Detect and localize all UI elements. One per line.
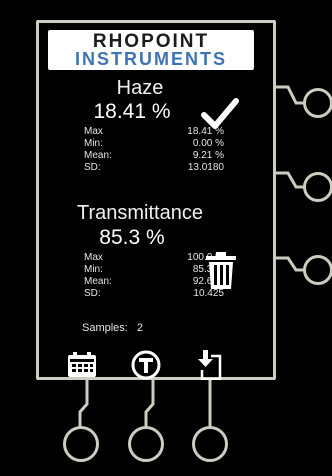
right-button-1[interactable] xyxy=(303,88,332,118)
samples-label: Samples: xyxy=(82,322,128,334)
t-circle-icon[interactable] xyxy=(131,350,161,380)
haze-stats: Max 18.41 % Min: 0.00 % Mean: 9.21 % SD:… xyxy=(84,126,224,174)
transmittance-stats: Max 100.0 % Min: 85.3 % Mean: 92.6 % SD:… xyxy=(84,252,224,300)
stat-value: 9.21 % xyxy=(192,150,224,161)
haze-stat-sd: SD: 13.0180 xyxy=(84,162,224,174)
right-button-2[interactable] xyxy=(303,172,332,202)
stat-label: Max xyxy=(84,252,103,263)
transmittance-stat-min: Min: 85.3 % xyxy=(84,264,224,276)
transmittance-stat-sd: SD: 10.425 xyxy=(84,288,224,300)
calendar-icon[interactable] xyxy=(67,352,97,378)
samples-readout: Samples: 2 xyxy=(82,322,149,334)
transmittance-stat-mean: Mean: 92.6 % xyxy=(84,276,224,288)
download-document-icon[interactable] xyxy=(194,348,224,380)
stat-label: SD: xyxy=(84,162,101,173)
transmittance-stat-max: Max 100.0 % xyxy=(84,252,224,264)
transmittance-title: Transmittance xyxy=(77,202,203,224)
samples-count: 2 xyxy=(136,322,144,334)
display-frame xyxy=(36,20,276,380)
trash-icon[interactable] xyxy=(204,252,238,290)
stat-value: 0.00 % xyxy=(192,138,224,149)
stat-label: Mean: xyxy=(84,276,112,287)
stat-value: 13.0180 xyxy=(187,162,224,173)
haze-stat-min: Min: 0.00 % xyxy=(84,138,224,150)
logo-line-2: INSTRUMENTS xyxy=(75,49,227,69)
stat-label: Max xyxy=(84,126,103,137)
bottom-button-1[interactable] xyxy=(63,426,99,462)
stat-label: Min: xyxy=(84,264,103,275)
bottom-button-2[interactable] xyxy=(128,426,164,462)
device-screen: RHOPOINT INSTRUMENTS Haze 18.41 % Max 18… xyxy=(0,0,332,476)
checkmark-icon[interactable] xyxy=(200,96,240,132)
haze-stat-mean: Mean: 9.21 % xyxy=(84,150,224,162)
stat-label: SD: xyxy=(84,288,101,299)
rhopoint-logo: RHOPOINT INSTRUMENTS xyxy=(48,30,254,70)
bottom-button-3[interactable] xyxy=(192,426,228,462)
transmittance-value: 85.3 % xyxy=(99,226,165,249)
stat-label: Mean: xyxy=(84,150,112,161)
stat-label: Min: xyxy=(84,138,103,149)
right-button-3[interactable] xyxy=(303,255,332,285)
